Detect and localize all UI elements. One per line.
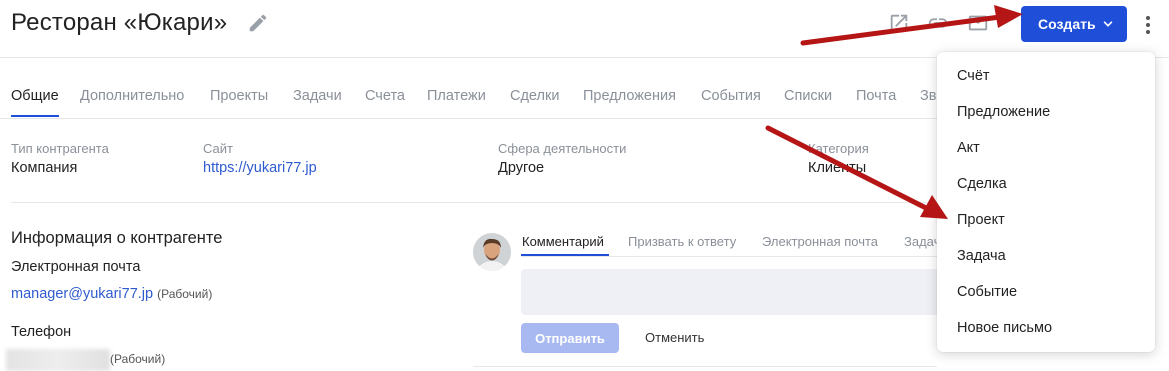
more-vertical-icon[interactable]: [1143, 14, 1153, 36]
cancel-button[interactable]: Отменить: [645, 330, 704, 345]
site-link[interactable]: https://yukari77.jp: [203, 160, 317, 176]
create-button-label: Создать: [1038, 16, 1096, 32]
tab-calls[interactable]: Зв: [920, 88, 936, 104]
tab-invoices[interactable]: Счета: [365, 88, 405, 104]
menu-item-event[interactable]: Событие: [957, 284, 1017, 300]
comment-tabs-divider: [521, 256, 937, 257]
type-label: Тип контрагента: [11, 141, 109, 156]
tab-events[interactable]: События: [701, 88, 761, 104]
sphere-label: Сфера деятельности: [498, 141, 627, 156]
phone-label: Телефон: [11, 324, 72, 340]
tab-payments[interactable]: Платежи: [427, 88, 486, 104]
phone-value-redacted: [6, 349, 110, 371]
tab-deals[interactable]: Сделки: [510, 88, 559, 104]
email-label: Электронная почта: [11, 259, 141, 275]
email-type: (Рабочий): [157, 287, 213, 301]
menu-item-project[interactable]: Проект: [957, 212, 1005, 228]
sphere-value: Другое: [498, 160, 545, 176]
type-value: Компания: [11, 160, 78, 176]
tab-tasks[interactable]: Задачи: [293, 88, 342, 104]
create-dropdown-menu: Счёт Предложение Акт Сделка Проект Задач…: [937, 52, 1155, 352]
email-icon[interactable]: [967, 12, 989, 34]
avatar: [473, 233, 511, 271]
tab-mail[interactable]: Почта: [856, 88, 896, 104]
info-divider: [11, 202, 937, 203]
external-link-icon[interactable]: [888, 12, 910, 34]
menu-item-invoice[interactable]: Счёт: [957, 68, 990, 84]
phone-type: (Рабочий): [110, 352, 166, 366]
tab-additional[interactable]: Дополнительно: [80, 88, 184, 104]
menu-item-deal[interactable]: Сделка: [957, 176, 1007, 192]
tab-general[interactable]: Общие: [11, 88, 59, 104]
link-icon[interactable]: [927, 12, 949, 34]
menu-item-act[interactable]: Акт: [957, 140, 980, 156]
active-tab-indicator: [11, 115, 59, 117]
menu-item-offer[interactable]: Предложение: [957, 104, 1050, 120]
tab-lists[interactable]: Списки: [784, 88, 832, 104]
category-label: Категория: [808, 141, 869, 156]
tab-task[interactable]: Задач: [904, 234, 940, 249]
edit-title-icon[interactable]: [247, 12, 269, 34]
tabs-divider: [0, 118, 937, 119]
menu-item-task[interactable]: Задача: [957, 248, 1006, 264]
tab-projects[interactable]: Проекты: [210, 88, 268, 104]
tab-offers[interactable]: Предложения: [583, 88, 676, 104]
menu-item-new-email[interactable]: Новое письмо: [957, 320, 1052, 336]
tab-email[interactable]: Электронная почта: [762, 234, 878, 249]
chevron-down-icon: [1103, 21, 1113, 27]
email-row: manager@yukari77.jp (Рабочий): [11, 286, 212, 302]
arrow-to-create-button: [800, 5, 1023, 46]
site-label: Сайт: [203, 141, 233, 156]
email-link[interactable]: manager@yukari77.jp: [11, 286, 153, 302]
create-button[interactable]: Создать: [1021, 6, 1127, 42]
category-value: Клиенты: [808, 160, 867, 176]
comment-bottom-divider: [473, 366, 937, 367]
send-button[interactable]: Отправить: [521, 323, 619, 353]
tab-comment[interactable]: Комментарий: [522, 234, 604, 249]
contact-section-title: Информация о контрагенте: [11, 229, 223, 247]
page-title: Ресторан «Юкари»: [11, 9, 228, 36]
tab-mention[interactable]: Призвать к ответу: [628, 234, 736, 249]
